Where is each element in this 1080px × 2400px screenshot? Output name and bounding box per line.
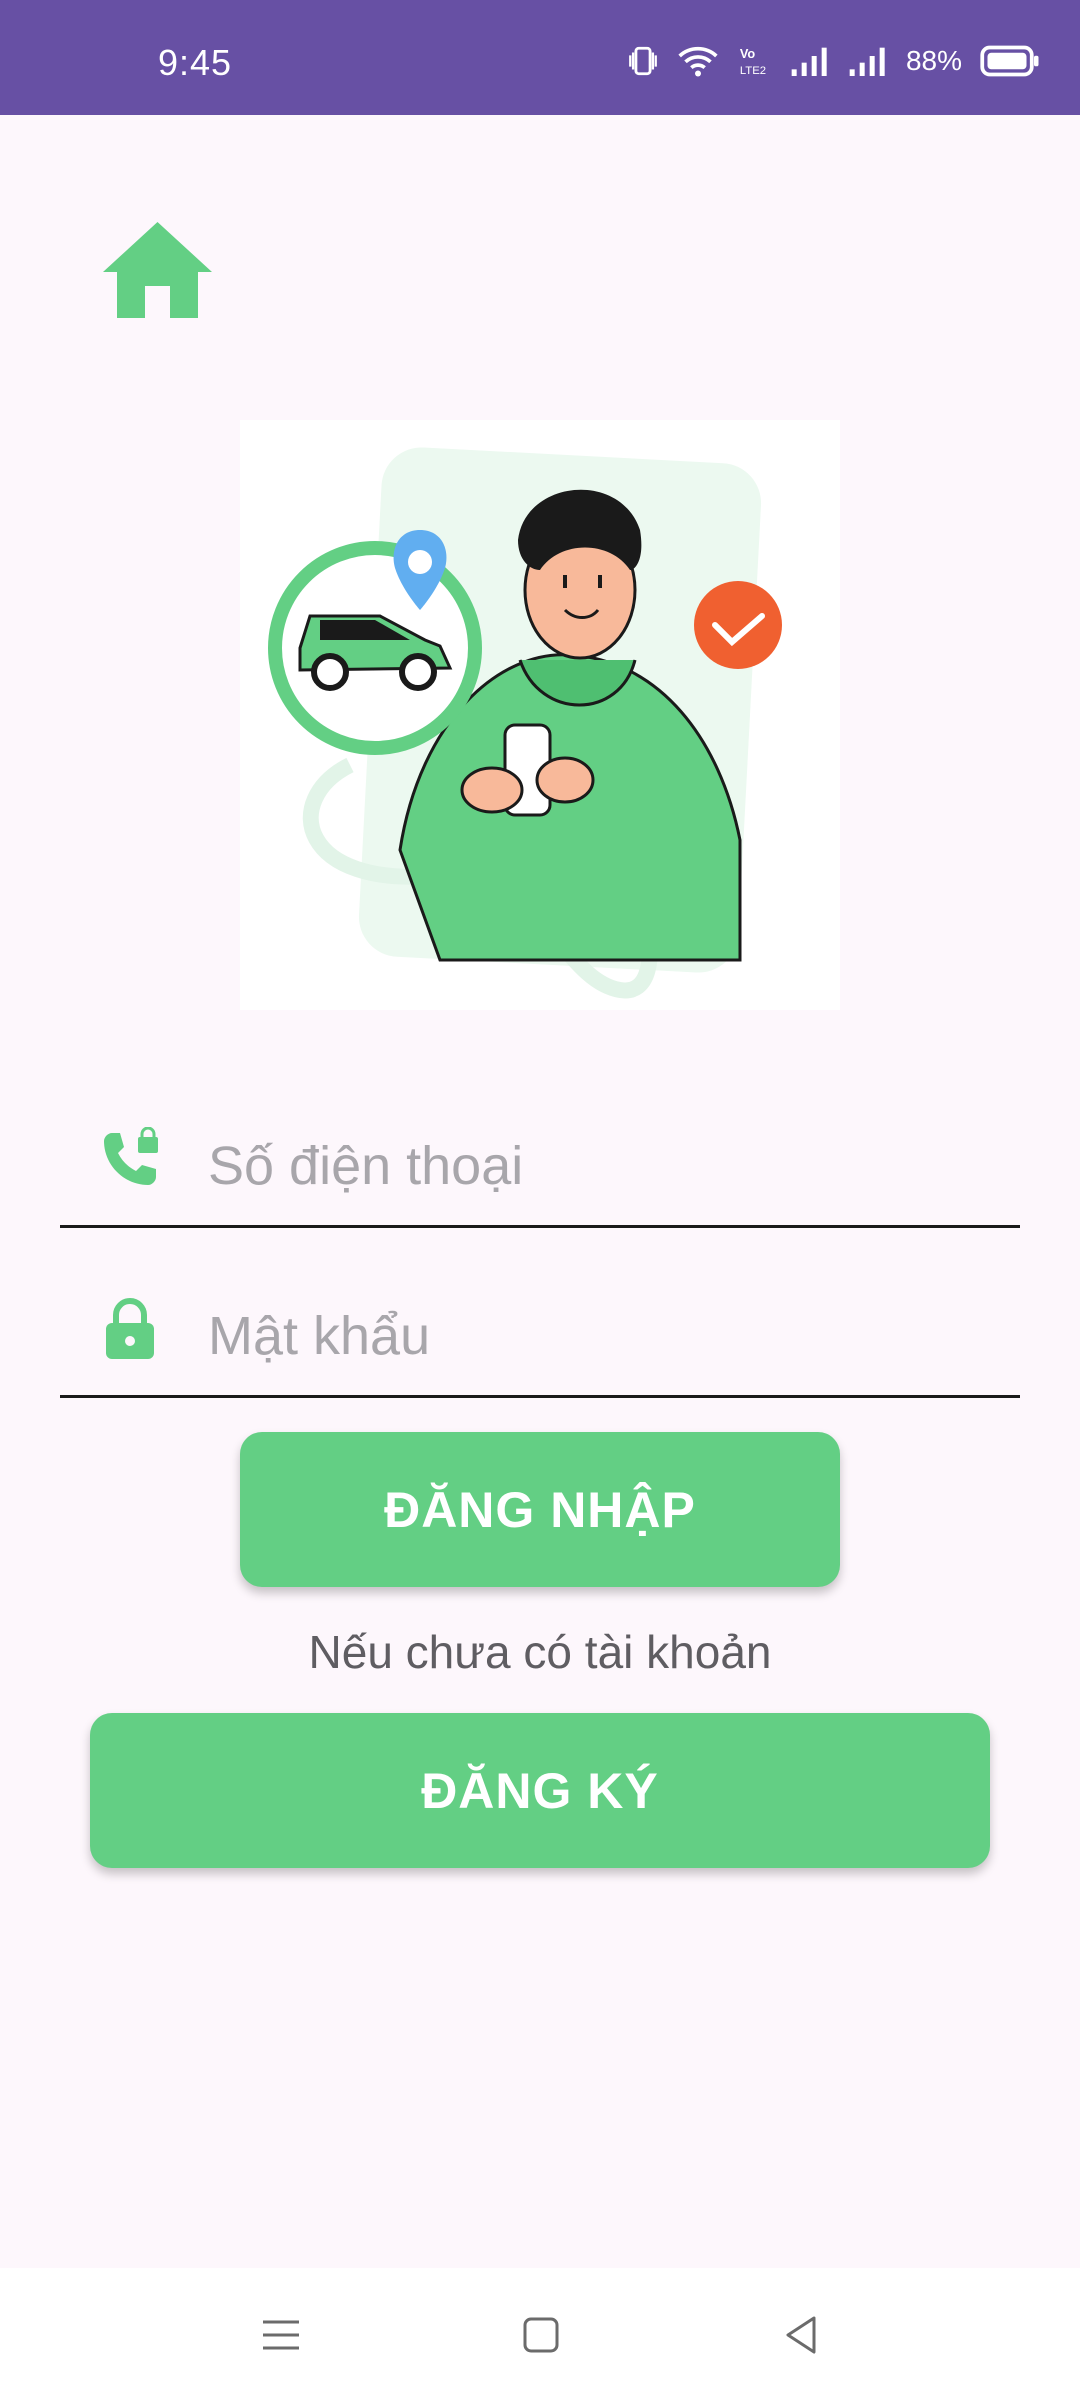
phone-lock-icon bbox=[104, 1127, 158, 1185]
wifi-icon bbox=[678, 46, 718, 77]
login-button[interactable]: ĐĂNG NHẬP bbox=[240, 1432, 840, 1587]
home-icon bbox=[103, 222, 212, 318]
battery-percent: 88% bbox=[905, 45, 962, 76]
lock-icon bbox=[106, 1298, 154, 1359]
signal-icon bbox=[849, 47, 885, 76]
system-nav-bar bbox=[0, 2268, 1080, 2400]
password-input[interactable] bbox=[206, 1295, 990, 1377]
hero-illustration bbox=[240, 420, 840, 1010]
menu-icon[interactable] bbox=[256, 2310, 306, 2360]
svg-text:Vo: Vo bbox=[740, 46, 756, 61]
vibrate-icon bbox=[629, 46, 657, 76]
status-time: 9:45 bbox=[158, 42, 233, 83]
status-icons: Vo LTE2 88% bbox=[626, 40, 1040, 82]
home-square-icon[interactable] bbox=[516, 2310, 566, 2360]
person-phone-car-illustration bbox=[240, 420, 840, 1010]
status-bar: 9:45 Vo LTE2 88% bbox=[0, 0, 1080, 115]
register-button[interactable]: ĐĂNG KÝ bbox=[90, 1713, 990, 1868]
signal-icon bbox=[791, 47, 827, 76]
password-field bbox=[60, 1275, 1020, 1398]
svg-text:LTE2: LTE2 bbox=[740, 65, 766, 77]
back-icon[interactable] bbox=[776, 2310, 826, 2360]
battery-icon bbox=[980, 45, 1039, 77]
phone-input[interactable] bbox=[206, 1125, 990, 1207]
phone-field bbox=[60, 1105, 1020, 1228]
home-button[interactable] bbox=[100, 220, 215, 320]
register-hint: Nếu chưa có tài khoản bbox=[308, 1626, 772, 1678]
volte-icon: Vo LTE2 bbox=[740, 46, 766, 77]
